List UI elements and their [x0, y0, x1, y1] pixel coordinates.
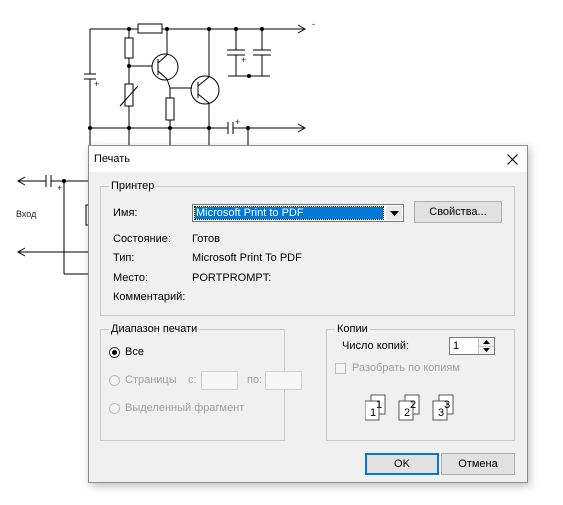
- collate-digit: 3: [444, 399, 450, 411]
- printer-name-value: Microsoft Print to PDF: [194, 206, 384, 220]
- plus-label: +: [57, 183, 63, 193]
- plus-label: +: [241, 55, 247, 65]
- cancel-button[interactable]: Отмена: [441, 453, 515, 475]
- minus-label: -: [312, 19, 315, 29]
- radio-selection-label[interactable]: Выделенный фрагмент: [125, 402, 244, 414]
- printer-group-legend: Принтер: [109, 180, 157, 193]
- pages-to-input[interactable]: [265, 371, 302, 390]
- location-value: PORTPROMPT:: [192, 272, 272, 284]
- printer-name-label: Имя:: [113, 207, 138, 219]
- spinner-buttons: [478, 338, 494, 354]
- collate-label[interactable]: Разобрать по копиям: [352, 362, 460, 374]
- collate-digit: 1: [370, 407, 376, 419]
- print-dialog: Печать Принтер Имя: Microsoft Print to P…: [88, 145, 528, 483]
- print-range-legend: Диапазон печати: [109, 323, 200, 336]
- pages-from-input[interactable]: [201, 371, 238, 390]
- properties-button[interactable]: Свойства...: [414, 201, 502, 223]
- pages-from-label: с:: [188, 374, 197, 386]
- radio-pages-label[interactable]: Страницы: [125, 374, 177, 386]
- radio-pages[interactable]: [109, 375, 120, 386]
- dropdown-arrow-button[interactable]: [386, 206, 402, 220]
- collate-checkbox[interactable]: [335, 363, 346, 374]
- close-icon: [506, 153, 518, 165]
- collate-pages-icon: 1 1 2 2 3 3: [365, 394, 454, 421]
- type-value: Microsoft Print To PDF: [192, 252, 302, 264]
- comment-label: Комментарий:: [113, 291, 186, 303]
- copies-count-label: Число копий:: [342, 340, 410, 352]
- plus-label: +: [94, 79, 100, 89]
- type-label: Тип:: [113, 252, 135, 264]
- spin-down-button[interactable]: [479, 346, 494, 354]
- input-label: Вход: [16, 209, 37, 219]
- location-label: Место:: [113, 272, 148, 284]
- radio-selection[interactable]: [109, 403, 120, 414]
- ok-button[interactable]: OK: [365, 453, 439, 475]
- printer-name-select[interactable]: Microsoft Print to PDF: [192, 204, 404, 222]
- chevron-down-icon: [483, 348, 490, 352]
- copies-count-value: 1: [453, 340, 460, 352]
- collate-digit: 2: [410, 399, 416, 411]
- close-button[interactable]: [497, 146, 527, 172]
- dialog-title: Печать: [94, 153, 131, 165]
- chevron-up-icon: [483, 340, 490, 344]
- pages-to-label: по:: [247, 374, 263, 386]
- collate-digit: 1: [376, 399, 382, 411]
- chevron-down-icon: [389, 210, 399, 216]
- status-value: Готов: [192, 233, 220, 245]
- plus-label: +: [235, 117, 241, 127]
- title-bar: Печать: [89, 146, 527, 172]
- copies-legend: Копии: [335, 323, 370, 336]
- collate-digit: 3: [438, 407, 444, 419]
- copies-count-spinner[interactable]: 1: [449, 337, 495, 355]
- radio-all[interactable]: [109, 347, 120, 358]
- status-label: Состояние:: [113, 233, 171, 245]
- radio-all-label[interactable]: Все: [125, 346, 144, 358]
- collate-digit: 2: [404, 407, 410, 419]
